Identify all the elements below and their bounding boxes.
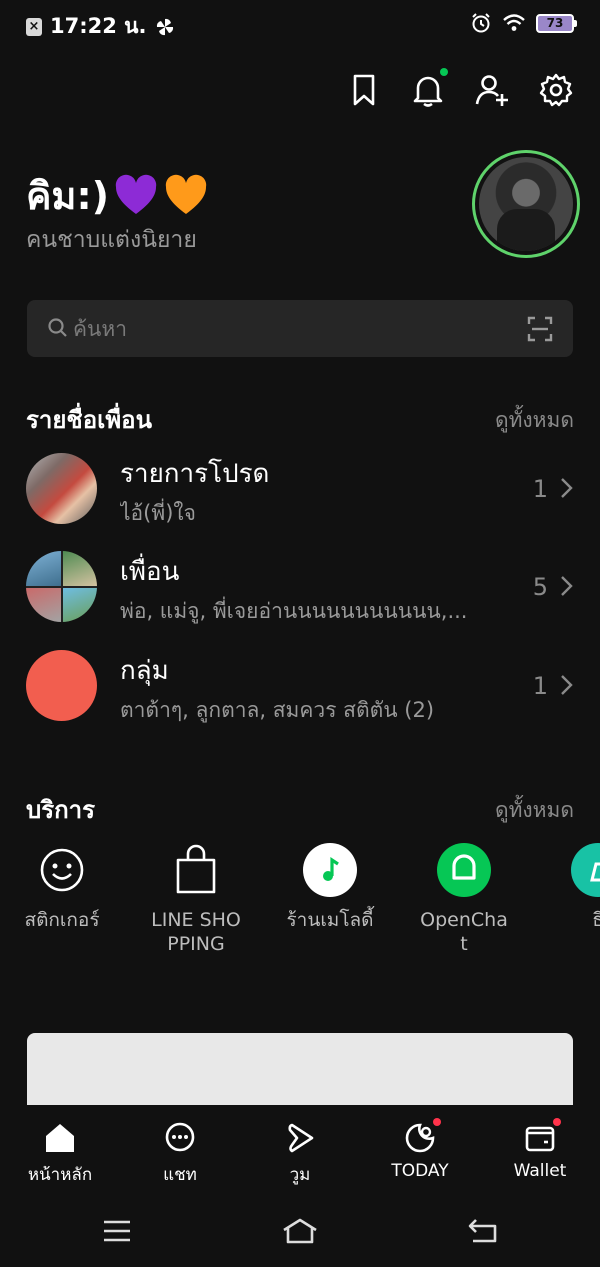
wallet-badge [553, 1118, 561, 1126]
row-count: 1 [532, 475, 548, 503]
search-bar[interactable] [27, 300, 573, 357]
system-nav-bar [0, 1195, 600, 1267]
groups-avatar [26, 650, 97, 721]
wallet-icon [525, 1126, 555, 1152]
pinwheel-icon [156, 18, 173, 35]
chevron-right-icon [561, 675, 573, 695]
row-title: กลุ่ม [120, 656, 169, 686]
home-icon [46, 1124, 74, 1152]
today-icon [405, 1123, 435, 1153]
services-see-all-link[interactable]: ดูทั้งหมด [495, 794, 574, 827]
alarm-icon [472, 13, 490, 33]
search-input[interactable] [73, 314, 513, 344]
bottom-nav: หน้าหลัก แชท วูม TODAY Wallet [0, 1105, 600, 1195]
row-title: รายการโปรด [120, 459, 270, 489]
services-list: สติกเกอร์ LINE SHOPPING ร้านเมโลดี้ Open… [0, 842, 600, 962]
nav-label: Wallet [513, 1161, 567, 1181]
settings-icon [539, 73, 573, 107]
melody-note-icon [323, 857, 339, 881]
profile-status-message[interactable]: คนชาบแต่งนิยาย [26, 222, 197, 258]
nav-label: หน้าหลัก [27, 1165, 93, 1185]
notification-dot [440, 68, 448, 76]
status-left: × 17:22 น. [26, 10, 175, 43]
service-openchat[interactable]: OpenChat [404, 842, 524, 956]
services-section-title: บริการ [26, 796, 96, 824]
openchat-icon [452, 854, 476, 880]
nav-today[interactable]: TODAY [360, 1118, 480, 1181]
status-right: 73 [470, 12, 577, 34]
orange-heart-icon [165, 174, 207, 214]
nav-home[interactable]: หน้าหลัก [0, 1121, 120, 1188]
service-themes[interactable]: ธี [538, 842, 600, 932]
nav-chat[interactable]: แชท [120, 1121, 240, 1188]
friends-avatar [26, 551, 97, 622]
home-nav-icon[interactable] [280, 1217, 320, 1245]
status-time: 17:22 น. [50, 14, 147, 38]
avatar [479, 157, 573, 251]
smiley-icon [40, 848, 84, 892]
friend-row-friends[interactable]: เพื่อน พ่อ, แม่จู, พี่เจยอ่านนนนนนนนนนน,… [0, 551, 600, 647]
settings-button[interactable] [538, 72, 574, 108]
row-subtitle: พ่อ, แม่จู, พี่เจยอ่านนนนนนนนนนน,... [120, 599, 468, 623]
row-count: 1 [532, 672, 548, 700]
purple-heart-icon [115, 174, 157, 214]
chevron-right-icon [561, 576, 573, 596]
favorites-avatar [26, 453, 97, 524]
wifi-icon [503, 14, 525, 31]
service-melody-shop[interactable]: ร้านเมโลดี้ [270, 842, 390, 932]
service-label: ธี [592, 909, 600, 931]
service-line-shopping[interactable]: LINE SHOPPING [136, 842, 256, 956]
friends-see-all-link[interactable]: ดูทั้งหมด [495, 404, 574, 437]
back-icon[interactable] [467, 1217, 499, 1245]
menu-icon[interactable] [101, 1217, 133, 1245]
chevron-right-icon [561, 478, 573, 498]
notifications-button[interactable] [410, 68, 448, 108]
chat-icon [165, 1122, 195, 1152]
shopping-bag-icon [176, 844, 216, 894]
profile-name-text: คิม:) [26, 174, 110, 218]
bookmark-button[interactable] [346, 72, 382, 108]
row-title: เพื่อน [120, 557, 180, 587]
add-friend-button[interactable] [474, 72, 510, 108]
friends-section-title: รายชื่อเพื่อน [26, 406, 152, 434]
search-icon [48, 318, 67, 337]
row-count: 5 [532, 573, 548, 601]
service-label: สติกเกอร์ [24, 909, 100, 931]
service-label: LINE SHOPPING [151, 909, 241, 955]
nav-wallet[interactable]: Wallet [480, 1118, 600, 1181]
today-badge [433, 1118, 441, 1126]
nav-label: แชท [163, 1165, 197, 1185]
service-label: OpenChat [420, 909, 508, 955]
bookmark-icon [353, 74, 375, 106]
status-bar: × 17:22 น. 73 [0, 0, 600, 48]
friend-row-favorites[interactable]: รายการโปรด ไอ้(พี่)ใจ 1 [0, 453, 600, 549]
service-stickers[interactable]: สติกเกอร์ [2, 842, 122, 932]
profile-avatar-button[interactable] [472, 150, 580, 258]
nav-label: วูม [289, 1165, 311, 1185]
nav-label: TODAY [391, 1161, 449, 1181]
service-label: ร้านเมโลดี้ [286, 909, 374, 931]
battery-level: 73 [546, 15, 564, 30]
row-subtitle: ตาต้าๆ, ลูกตาล, สมควร สติตัน (2) [120, 698, 435, 722]
friend-row-groups[interactable]: กลุ่ม ตาต้าๆ, ลูกตาล, สมควร สติตัน (2) 1 [0, 650, 600, 746]
row-subtitle: ไอ้(พี่)ใจ [120, 501, 196, 525]
header-actions [346, 68, 574, 108]
qr-scan-icon[interactable] [527, 316, 553, 342]
add-friend-icon [475, 75, 508, 106]
profile-name[interactable]: คิม:) [26, 165, 209, 226]
voom-icon [288, 1123, 314, 1153]
bell-icon [413, 76, 443, 107]
nav-voom[interactable]: วูม [240, 1121, 360, 1188]
battery-icon: 73 [536, 13, 577, 33]
x-box-icon: × [26, 17, 42, 36]
theme-icon [590, 862, 600, 882]
